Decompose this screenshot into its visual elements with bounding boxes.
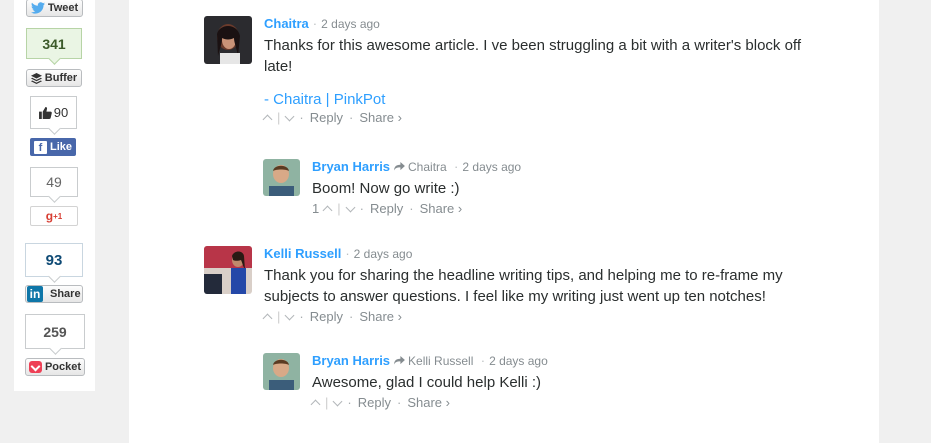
upvote-button[interactable] [322, 203, 333, 216]
upvote-button[interactable] [310, 397, 321, 410]
reply-button[interactable]: Reply [310, 110, 343, 125]
linkedin-label: Share [50, 288, 81, 300]
buffer-button[interactable]: Buffer [26, 69, 82, 87]
buffer-count-value: 341 [42, 35, 66, 52]
comment-author[interactable]: Bryan Harris [312, 353, 390, 368]
reply-arrow-icon [393, 356, 405, 365]
reply-button[interactable]: Reply [310, 309, 343, 324]
chevron-up-icon [310, 399, 321, 410]
chevron-down-icon [345, 202, 356, 212]
reply-to-link[interactable]: Kelli Russell [393, 354, 477, 368]
linkedin-share-button[interactable]: in Share [25, 285, 83, 303]
google-plus-button[interactable]: g +1 [30, 206, 78, 226]
pocket-count-value: 259 [43, 323, 67, 340]
downvote-button[interactable] [345, 202, 356, 212]
share-sidebar: Tweet 341 Buffer 90 f Like 49 g +1 93 in … [14, 0, 95, 391]
buffer-count: 341 [26, 28, 82, 65]
linkedin-count-box: 93 [25, 243, 83, 283]
comment-meta: Bryan Harris Chaitra · 2 days ago [312, 159, 522, 174]
tweet-button[interactable]: Tweet [26, 0, 83, 17]
buffer-stack-icon [30, 72, 42, 84]
pocket-icon [28, 361, 42, 373]
chevron-up-icon [262, 114, 273, 125]
fb-like-label: Like [49, 141, 72, 153]
chevron-down-icon [284, 111, 295, 121]
share-button[interactable]: Share › [420, 201, 463, 216]
chevron-up-icon [322, 205, 333, 216]
gplus-count-value: 49 [46, 174, 62, 190]
reply-to-link[interactable]: Chaitra [393, 160, 450, 174]
comment-timestamp[interactable]: 2 days ago [354, 247, 413, 261]
comment-text: Boom! Now go write :) [312, 180, 460, 197]
facebook-icon: f [33, 140, 47, 154]
comment-author[interactable]: Bryan Harris [312, 159, 390, 174]
pocket-count-box: 259 [25, 314, 85, 355]
comment-actions: | · Reply · Share › [310, 395, 772, 410]
pocket-button[interactable]: Pocket [25, 358, 85, 376]
downvote-button[interactable] [284, 310, 295, 320]
comment-text: Thank you for sharing the headline writi… [264, 267, 783, 305]
reply-button[interactable]: Reply [358, 395, 391, 410]
share-button[interactable]: Share › [359, 110, 402, 125]
linkedin-icon: in [27, 286, 43, 302]
comments-panel: Chaitra · 2 days ago Thanks for this aweso… [129, 0, 879, 443]
avatar[interactable] [263, 353, 300, 390]
comment-actions: | · Reply · Share › [262, 110, 804, 125]
signature-link[interactable]: - Chaitra | PinkPot [264, 91, 804, 108]
reply-button[interactable]: Reply [370, 201, 403, 216]
reply-to-name: Kelli Russell [408, 354, 474, 368]
comment-actions: 1 | · Reply · Share › [312, 201, 463, 216]
downvote-button[interactable] [332, 396, 343, 406]
comment-timestamp[interactable]: 2 days ago [321, 17, 380, 31]
comment-author[interactable]: Chaitra [264, 16, 309, 31]
linkedin-count-value: 93 [45, 251, 63, 269]
avatar[interactable] [204, 246, 252, 294]
share-button[interactable]: Share › [407, 395, 450, 410]
buffer-label: Buffer [44, 72, 78, 84]
like-count-value: 90 [53, 105, 69, 120]
comment-meta: Kelli Russell · 2 days ago [264, 246, 413, 261]
comment-meta: Chaitra · 2 days ago [264, 16, 380, 31]
upvote-button[interactable] [262, 112, 273, 125]
gplus-label: +1 [53, 211, 63, 221]
chevron-down-icon [284, 310, 295, 320]
avatar[interactable] [204, 16, 252, 64]
share-button[interactable]: Share › [359, 309, 402, 324]
downvote-button[interactable] [284, 111, 295, 121]
thumbs-up-icon [38, 106, 52, 119]
comment-timestamp[interactable]: 2 days ago [462, 160, 521, 174]
gplus-count-box: 49 [30, 167, 78, 203]
facebook-like-button[interactable]: f Like [30, 138, 76, 156]
pocket-label: Pocket [44, 361, 82, 373]
comment-meta: Bryan Harris Kelli Russell · 2 days ago [312, 353, 548, 368]
upvote-button[interactable] [262, 311, 273, 324]
comment-text: Thanks for this awesome article. I ve be… [264, 37, 801, 75]
chevron-up-icon [262, 313, 273, 324]
comment-timestamp[interactable]: 2 days ago [489, 354, 548, 368]
like-count-box: 90 [30, 96, 77, 135]
vote-count: 1 [312, 201, 320, 216]
avatar[interactable] [263, 159, 300, 196]
chevron-down-icon [332, 396, 343, 406]
comment-actions: | · Reply · Share › [262, 309, 804, 324]
twitter-bird-icon [30, 2, 45, 14]
comment-text: Awesome, glad I could help Kelli :) [312, 374, 542, 391]
comment-author[interactable]: Kelli Russell [264, 246, 341, 261]
tweet-label: Tweet [47, 2, 79, 14]
reply-to-name: Chaitra [408, 160, 447, 174]
google-plus-icon: g [45, 209, 54, 223]
reply-arrow-icon [393, 162, 405, 171]
